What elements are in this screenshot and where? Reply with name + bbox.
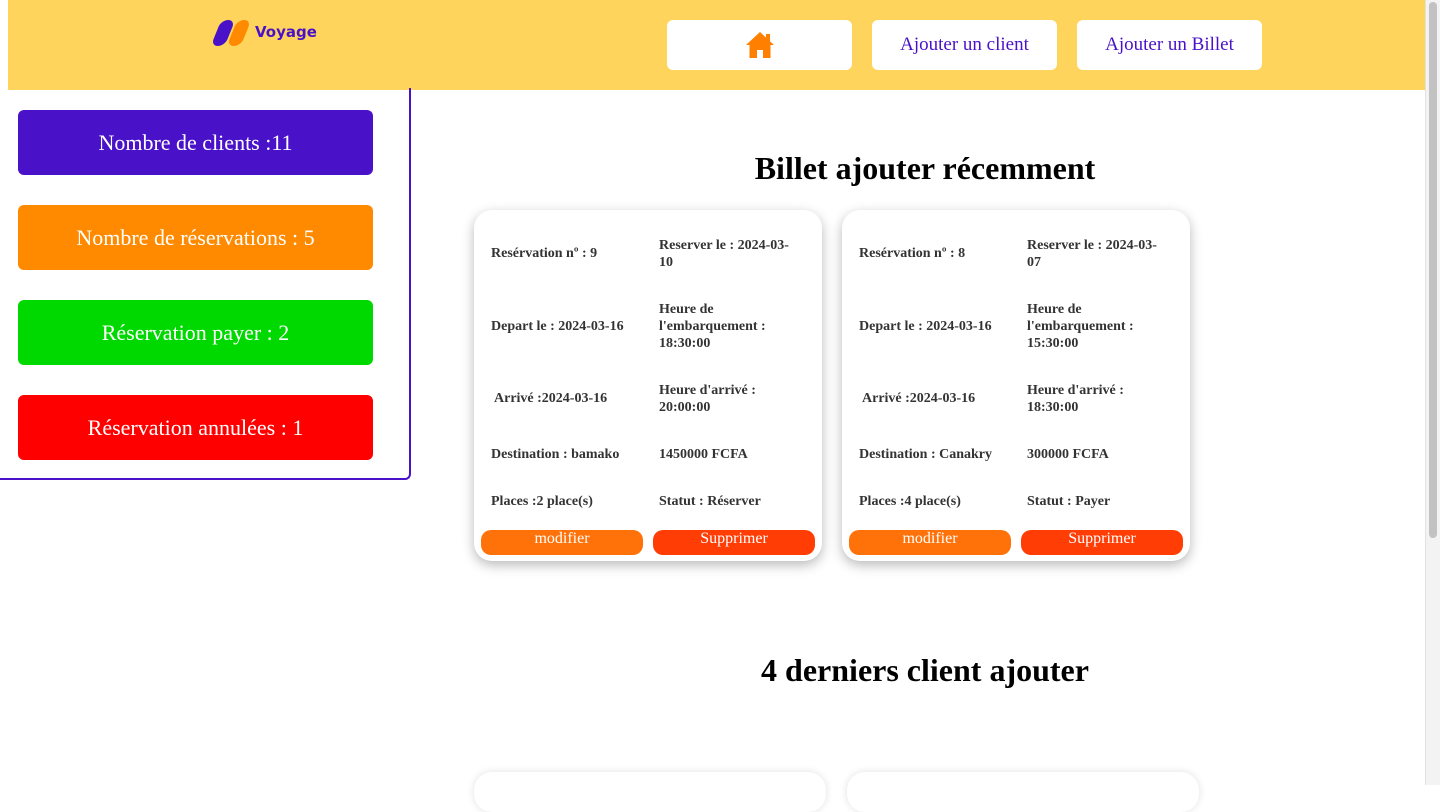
status: Statut : Réserver [659, 494, 761, 509]
places: Places :4 place(s) [859, 494, 961, 509]
reserved-date: Reserver le : 2024-03-07 [1027, 238, 1157, 270]
home-button[interactable] [667, 20, 852, 70]
top-header: Voyage Ajouter un client Ajouter un Bill… [8, 0, 1425, 90]
arrival-date: Arrivé :2024-03-16 [494, 391, 608, 406]
departure-date: Depart le : 2024-03-16 [491, 319, 624, 334]
reservation-number: Resérvation nº : 9 [491, 246, 598, 261]
destination: Destination : Canakry [859, 447, 993, 462]
stat-reservations[interactable]: Nombre de réservations : 5 [18, 205, 373, 270]
price: 300000 FCFA [1027, 447, 1109, 462]
arrival-time: Heure d'arrivé : 18:30:00 [1027, 383, 1124, 415]
delete-button[interactable]: Supprimer [1021, 530, 1183, 555]
home-icon [745, 32, 774, 58]
boarding-time: Heure de l'embarquement : 18:30:00 [659, 302, 766, 351]
places: Places :2 place(s) [491, 494, 593, 509]
arrival-time: Heure d'arrivé : 20:00:00 [659, 383, 756, 415]
stat-paid[interactable]: Réservation payer : 2 [18, 300, 373, 365]
departure-date: Depart le : 2024-03-16 [859, 319, 992, 334]
ticket-card: Resérvation nº : 9 Reserver le : 2024-03… [474, 210, 822, 561]
brand-name: Voyage [255, 23, 317, 41]
arrival-date: Arrivé :2024-03-16 [862, 391, 976, 406]
client-card [474, 772, 826, 812]
add-ticket-button[interactable]: Ajouter un Billet [1077, 20, 1262, 70]
destination: Destination : bamako [491, 447, 620, 462]
brand-logo[interactable]: Voyage [210, 20, 317, 46]
recent-clients-title: 4 derniers client ajouter [761, 652, 1089, 688]
price: 1450000 FCFA [659, 447, 748, 462]
stat-clients[interactable]: Nombre de clients :11 [18, 110, 373, 175]
delete-button[interactable]: Supprimer [653, 530, 815, 555]
stat-cancelled[interactable]: Réservation annulées : 1 [18, 395, 373, 460]
modify-button[interactable]: modifier [481, 530, 643, 555]
page-scrollbar[interactable] [1425, 0, 1440, 785]
reserved-date: Reserver le : 2024-03-10 [659, 238, 789, 270]
recent-tickets-title: Billet ajouter récemment [754, 150, 1096, 186]
scrollbar-thumb[interactable] [1429, 2, 1437, 538]
add-client-button[interactable]: Ajouter un client [872, 20, 1057, 70]
status: Statut : Payer [1027, 494, 1111, 509]
reservation-number: Resérvation nº : 8 [859, 246, 966, 261]
ticket-card: Resérvation nº : 8 Reserver le : 2024-03… [842, 210, 1190, 561]
modify-button[interactable]: modifier [849, 530, 1011, 555]
boarding-time: Heure de l'embarquement : 15:30:00 [1027, 302, 1134, 351]
client-card [847, 772, 1199, 812]
